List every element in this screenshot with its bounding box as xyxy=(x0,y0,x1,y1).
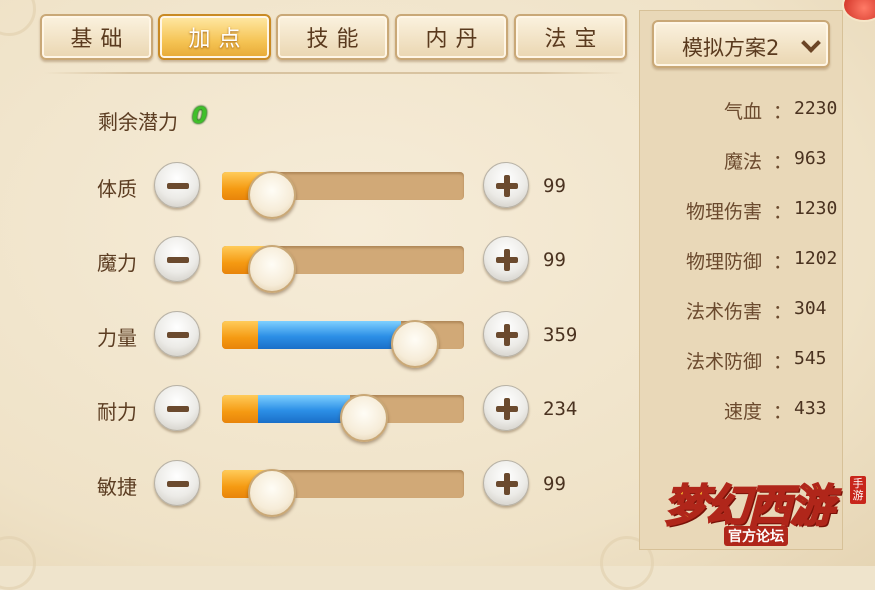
stat-name: 法术伤害 xyxy=(685,301,762,323)
stat-speed: 速度 ： 433 xyxy=(650,397,840,427)
stat-value: 963 xyxy=(794,148,827,169)
attr-label: 敏捷 xyxy=(97,475,137,499)
increase-button[interactable] xyxy=(483,460,529,506)
stat-value: 304 xyxy=(794,298,827,319)
increase-button[interactable] xyxy=(483,236,529,282)
attr-row-endurance: 耐力 234 xyxy=(0,385,640,442)
stat-phys-def: 物理防御 ： 1202 xyxy=(650,247,840,277)
stat-colon: ： xyxy=(773,251,793,273)
attr-value: 99 xyxy=(543,249,566,271)
tab-inner-pill[interactable]: 内丹 xyxy=(395,14,508,60)
stat-value: 1202 xyxy=(794,248,838,269)
tab-treasure[interactable]: 法宝 xyxy=(514,14,627,60)
attr-slider-track[interactable] xyxy=(222,469,464,517)
scheme-dropdown[interactable]: 模拟方案2 xyxy=(652,20,830,68)
stat-name: 物理防御 xyxy=(685,251,762,273)
chevron-down-icon xyxy=(801,33,821,53)
attr-label: 力量 xyxy=(97,326,137,350)
increase-button[interactable] xyxy=(483,385,529,431)
logo-title: 梦幻西游 xyxy=(663,480,835,533)
attr-row-strength: 力量 359 xyxy=(0,311,640,368)
corner-ornament xyxy=(0,536,36,590)
attr-label: 魔力 xyxy=(97,251,137,275)
logo-subtitle: 官方论坛 xyxy=(724,526,788,546)
attr-slider-track[interactable] xyxy=(222,245,464,293)
stat-colon: ： xyxy=(773,401,793,423)
minus-icon xyxy=(167,481,189,487)
slider-knob[interactable] xyxy=(391,320,439,368)
stat-value: 1230 xyxy=(794,198,838,219)
attr-value: 234 xyxy=(543,398,578,420)
stat-mp: 魔法 ： 963 xyxy=(650,147,840,177)
tab-add-points[interactable]: 加点 xyxy=(158,14,271,60)
attr-row-constitution: 体质 99 xyxy=(0,162,640,219)
tab-skills[interactable]: 技能 xyxy=(276,14,389,60)
stat-name: 物理伤害 xyxy=(685,201,762,223)
stat-magic-dmg: 法术伤害 ： 304 xyxy=(650,297,840,327)
stat-name: 气血 xyxy=(723,101,762,123)
stat-name: 法术防御 xyxy=(685,351,762,373)
slider-knob[interactable] xyxy=(248,171,296,219)
plus-icon-vertical xyxy=(504,324,510,346)
added-fill xyxy=(258,395,350,423)
minus-icon xyxy=(167,257,189,263)
attr-value: 99 xyxy=(543,473,566,495)
minus-icon xyxy=(167,332,189,338)
stat-colon: ： xyxy=(773,301,793,323)
slider-knob[interactable] xyxy=(340,394,388,442)
attr-slider-track[interactable] xyxy=(222,171,464,219)
attr-value: 99 xyxy=(543,175,566,197)
added-fill xyxy=(258,321,401,349)
decrease-button[interactable] xyxy=(154,236,200,282)
slider-knob[interactable] xyxy=(248,469,296,517)
divider xyxy=(44,72,624,74)
attr-row-magic: 魔力 99 xyxy=(0,236,640,293)
plus-icon-vertical xyxy=(504,473,510,495)
stat-name: 速度 xyxy=(723,401,762,423)
attr-slider-track[interactable] xyxy=(222,320,464,368)
decrease-button[interactable] xyxy=(154,162,200,208)
plus-icon-vertical xyxy=(504,398,510,420)
attr-label: 体质 xyxy=(97,177,137,201)
game-logo: 梦幻西游 官方论坛 手游 xyxy=(663,470,866,550)
stat-magic-def: 法术防御 ： 545 xyxy=(650,347,840,377)
minus-icon xyxy=(167,183,189,189)
increase-button[interactable] xyxy=(483,311,529,357)
decrease-button[interactable] xyxy=(154,311,200,357)
stat-hp: 气血 ： 2230 xyxy=(650,97,840,127)
plus-icon-vertical xyxy=(504,175,510,197)
attr-label: 耐力 xyxy=(97,400,137,424)
remaining-potential-value: 0 xyxy=(192,104,208,129)
stat-value: 433 xyxy=(794,398,827,419)
minus-icon xyxy=(167,406,189,412)
tab-basic[interactable]: 基础 xyxy=(40,14,153,60)
plus-icon-vertical xyxy=(504,249,510,271)
stat-colon: ： xyxy=(773,201,793,223)
logo-tag: 手游 xyxy=(850,476,866,504)
stat-colon: ： xyxy=(773,351,793,373)
stats-panel xyxy=(639,10,843,550)
attr-slider-track[interactable] xyxy=(222,394,464,442)
stat-colon: ： xyxy=(773,101,793,123)
attr-value: 359 xyxy=(543,324,578,346)
stat-name: 魔法 xyxy=(723,151,762,173)
stat-phys-dmg: 物理伤害 ： 1230 xyxy=(650,197,840,227)
stat-value: 545 xyxy=(794,348,827,369)
corner-ornament xyxy=(0,0,36,36)
attr-row-agility: 敏捷 99 xyxy=(0,460,640,517)
stat-value: 2230 xyxy=(794,98,838,119)
decrease-button[interactable] xyxy=(154,460,200,506)
stat-colon: ： xyxy=(773,151,793,173)
remaining-potential-label: 剩余潜力 xyxy=(98,110,178,134)
decrease-button[interactable] xyxy=(154,385,200,431)
scheme-label: 模拟方案2 xyxy=(682,36,780,60)
increase-button[interactable] xyxy=(483,162,529,208)
slider-knob[interactable] xyxy=(248,245,296,293)
